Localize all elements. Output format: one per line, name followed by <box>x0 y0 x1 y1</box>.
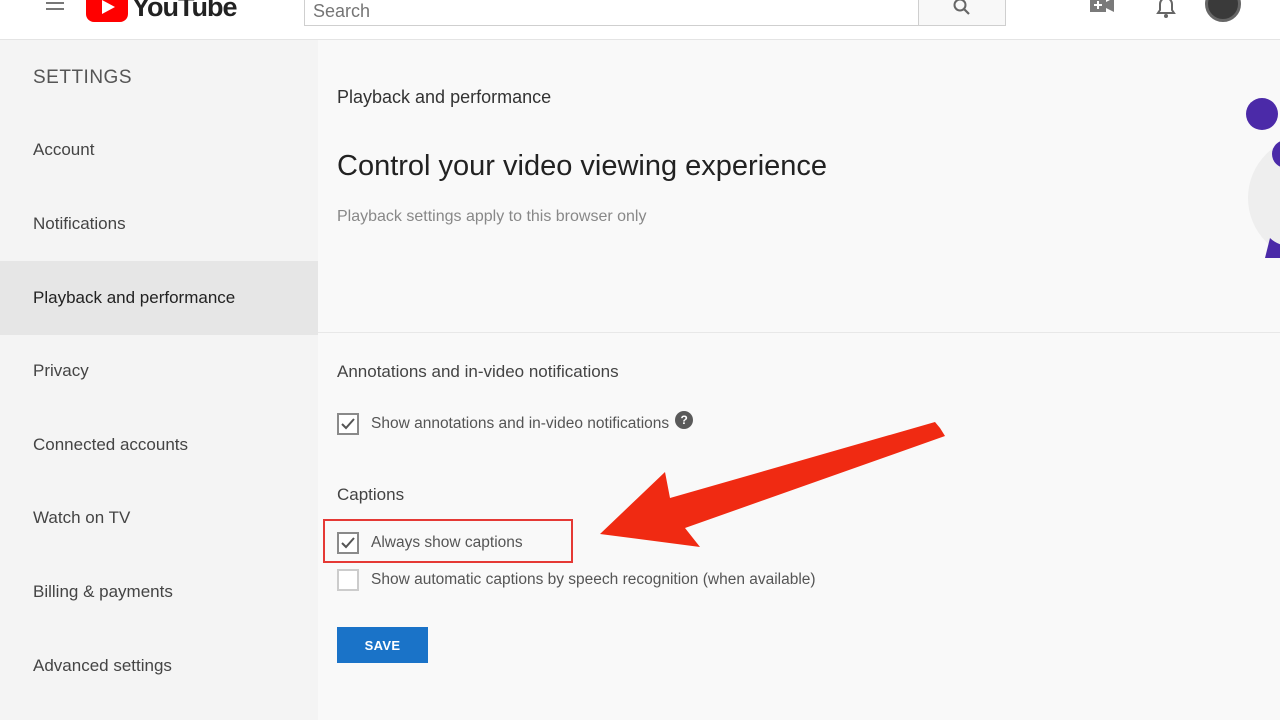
annotations-section-title: Annotations and in-video notifications <box>337 362 619 381</box>
header-card: Playback and performance Control your vi… <box>318 40 1280 333</box>
video-camera-icon <box>1090 0 1114 12</box>
sidebar-title: SETTINGS <box>33 67 133 88</box>
checkmark-icon <box>341 418 355 430</box>
youtube-play-icon <box>86 0 128 22</box>
search-icon <box>953 0 970 15</box>
settings-sidebar: SETTINGS Account Notifications Playback … <box>0 40 318 720</box>
menu-icon[interactable] <box>46 0 66 18</box>
sidebar-item-billing-payments[interactable]: Billing & payments <box>0 555 318 629</box>
sidebar-item-playback-and-performance[interactable]: Playback and performance <box>0 261 318 335</box>
sidebar-item-account[interactable]: Account <box>0 113 318 187</box>
sidebar-item-advanced-settings[interactable]: Advanced settings <box>0 629 318 703</box>
logo-text: YouTube <box>132 0 237 22</box>
search-box <box>304 0 920 26</box>
page-title: Control your video viewing experience <box>337 150 828 182</box>
section-label: Playback and performance <box>337 87 552 107</box>
create-video-button[interactable] <box>1088 0 1116 22</box>
red-arrow-annotation <box>600 422 945 547</box>
automatic-captions-label: Show automatic captions by speech recogn… <box>371 571 816 588</box>
sidebar-item-notifications[interactable]: Notifications <box>0 187 318 261</box>
sidebar-item-connected-accounts[interactable]: Connected accounts <box>0 408 318 482</box>
captions-section-title: Captions <box>337 485 405 504</box>
annotations-checkbox[interactable] <box>337 413 359 435</box>
bell-icon <box>1156 0 1176 18</box>
avatar[interactable] <box>1205 0 1241 22</box>
notifications-button[interactable] <box>1152 0 1180 22</box>
page-subtitle: Playback settings apply to this browser … <box>337 208 647 225</box>
save-button[interactable]: SAVE <box>337 627 428 663</box>
automatic-captions-option: Show automatic captions by speech recogn… <box>337 569 816 591</box>
sidebar-item-watch-on-tv[interactable]: Watch on TV <box>0 481 318 555</box>
highlight-box <box>323 519 573 563</box>
automatic-captions-checkbox[interactable] <box>337 569 359 591</box>
top-bar: YouTube <box>0 0 1280 40</box>
settings-main: Playback and performance Control your vi… <box>318 40 1280 720</box>
sidebar-item-privacy[interactable]: Privacy <box>0 334 318 408</box>
search-input[interactable] <box>305 0 919 25</box>
decorative-illustration <box>1246 98 1280 258</box>
youtube-logo[interactable]: YouTube <box>86 0 237 24</box>
search-button[interactable] <box>918 0 1006 26</box>
